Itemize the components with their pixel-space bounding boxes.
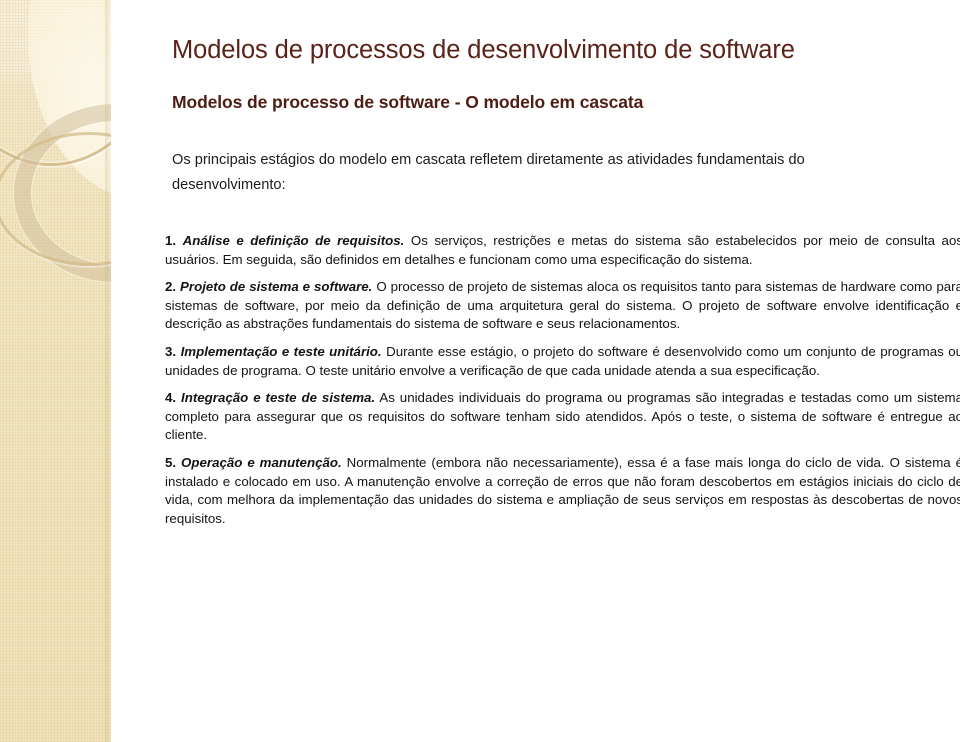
intro-paragraph: Os principais estágios do modelo em casc… [172, 152, 805, 193]
stage-item: 3. Implementação e teste unitário. Duran… [165, 343, 960, 380]
slide-footer: 10/12/2012 Engenharia de Software - Dani… [0, 696, 960, 742]
stage-lead: Análise e definição de requisitos. [182, 233, 405, 248]
stage-lead: Projeto de sistema e software. [180, 279, 373, 295]
slide: Modelos de processos de desenvolvimento … [0, 0, 960, 742]
stage-lead: Implementação e teste unitário. [180, 343, 382, 359]
stage-number: 5. [165, 454, 177, 470]
stage-lead: Integração e teste de sistema. [181, 390, 376, 406]
stage-item: 5. Operação e manutenção. Normalmente (e… [165, 454, 960, 528]
stage-number: 3. [165, 343, 177, 359]
slide-content: Modelos de processos de desenvolvimento … [111, 0, 960, 742]
stage-number: 2. [165, 279, 177, 295]
stage-number: 4. [165, 390, 177, 406]
slide-subtitle: Modelos de processo de software - O mode… [172, 92, 644, 112]
stage-number: 1. [165, 233, 177, 248]
stage-item: 2. Projeto de sistema e software. O proc… [165, 278, 960, 334]
decorative-sidebar [0, 0, 111, 742]
slide-title: Modelos de processos de desenvolvimento … [172, 36, 795, 64]
stage-item: 1. Análise e definição de requisitos. Os… [165, 232, 960, 269]
numbered-stages-list: 1. Análise e definição de requisitos. Os… [165, 232, 960, 528]
stage-lead: Operação e manutenção. [181, 454, 342, 470]
stage-item: 4. Integração e teste de sistema. As uni… [165, 389, 960, 445]
